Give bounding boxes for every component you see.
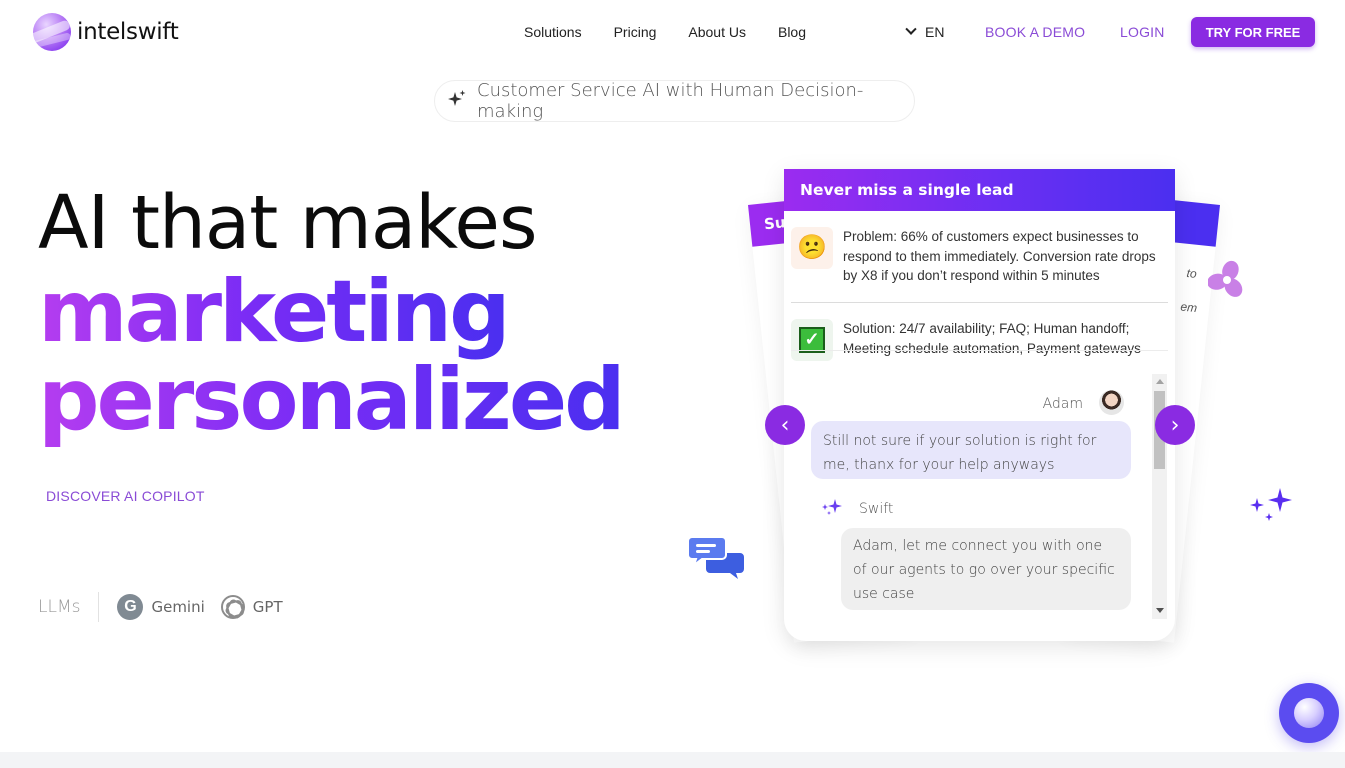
sparkles-icon: [821, 498, 843, 520]
nav-link-about-us[interactable]: About Us: [688, 24, 746, 40]
hero-heading-line2: marketing: [38, 262, 511, 362]
book-demo-link[interactable]: BOOK A DEMO: [985, 24, 1085, 40]
logo-text: intelswift: [77, 19, 179, 45]
sparkles-icon: [447, 89, 467, 114]
logo-icon: [33, 13, 71, 51]
tagline-pill: Customer Service AI with Human Decision-…: [434, 80, 915, 122]
divider: [791, 350, 1168, 351]
bot-message: Adam, let me connect you with one of our…: [841, 528, 1131, 610]
solution-text: Solution: 24/7 availability; FAQ; Human …: [843, 321, 1141, 356]
language-label: EN: [925, 24, 945, 40]
google-g-icon: G: [117, 594, 144, 620]
tagline-text: Customer Service AI with Human Decision-…: [477, 80, 864, 122]
avatar: [1099, 390, 1124, 415]
bot-name: Swift: [859, 501, 894, 517]
try-for-free-button[interactable]: TRY FOR FREE: [1191, 17, 1315, 47]
llms-list: LLMs G Gemini GPT: [38, 592, 299, 622]
chat-widget-button[interactable]: [1279, 683, 1339, 743]
divider: [98, 592, 100, 622]
user-name: Adam: [1042, 396, 1083, 412]
user-message: Still not sure if your solution is right…: [811, 421, 1131, 479]
chevron-down-icon: [905, 23, 917, 35]
discover-ai-copilot-link[interactable]: DISCOVER AI COPILOT: [46, 488, 205, 504]
card-text-snippet: em: [1179, 299, 1198, 316]
next-section-edge: [0, 752, 1345, 768]
logo[interactable]: intelswift: [33, 13, 179, 51]
llm-name: Gemini: [151, 598, 205, 616]
problem-row: 😕 Problem: 66% of customers expect busin…: [791, 227, 1168, 286]
carousel-prev-button[interactable]: ‹: [765, 405, 805, 445]
divider: [791, 302, 1168, 303]
scroll-down-icon[interactable]: [1156, 608, 1164, 613]
confused-face-icon: 😕: [791, 227, 833, 269]
llm-name: GPT: [252, 598, 283, 616]
llm-gemini: G Gemini: [117, 594, 205, 620]
hero-heading-line3: personalized: [38, 350, 626, 450]
chat-transcript: Adam Still not sure if your solution is …: [784, 374, 1175, 619]
card-title: Never miss a single lead: [784, 169, 1175, 211]
nav-link-blog[interactable]: Blog: [778, 24, 806, 40]
chat-widget-logo-icon: [1294, 698, 1324, 728]
hero-heading-line1: AI that makes: [38, 180, 537, 266]
llm-gpt: GPT: [220, 595, 283, 619]
chat-bubbles-icon: [688, 536, 744, 579]
nav-links: Solutions Pricing About Us Blog: [524, 24, 806, 40]
sparkles-decoration-icon: [1250, 488, 1292, 521]
chevron-left-icon: ‹: [780, 412, 790, 438]
chevron-right-icon: ›: [1170, 412, 1180, 438]
login-link[interactable]: LOGIN: [1120, 24, 1165, 40]
problem-text: Problem: 66% of customers expect busines…: [843, 229, 1156, 283]
language-selector[interactable]: EN: [905, 23, 945, 40]
top-navigation: intelswift Solutions Pricing About Us Bl…: [0, 0, 1345, 64]
carousel-next-button[interactable]: ›: [1155, 405, 1195, 445]
llms-label: LLMs: [38, 597, 81, 617]
nav-link-pricing[interactable]: Pricing: [614, 24, 657, 40]
scroll-up-icon[interactable]: [1156, 379, 1164, 384]
flower-decoration-icon: [1208, 260, 1243, 297]
openai-icon: [220, 595, 245, 619]
carousel-card-active: Never miss a single lead 😕 Problem: 66% …: [784, 169, 1175, 641]
nav-link-solutions[interactable]: Solutions: [524, 24, 582, 40]
solution-row: ✓ Solution: 24/7 availability; FAQ; Huma…: [791, 319, 1168, 361]
card-text-snippet: to: [1185, 265, 1198, 281]
check-mark-icon-wrapper: ✓: [791, 319, 833, 361]
